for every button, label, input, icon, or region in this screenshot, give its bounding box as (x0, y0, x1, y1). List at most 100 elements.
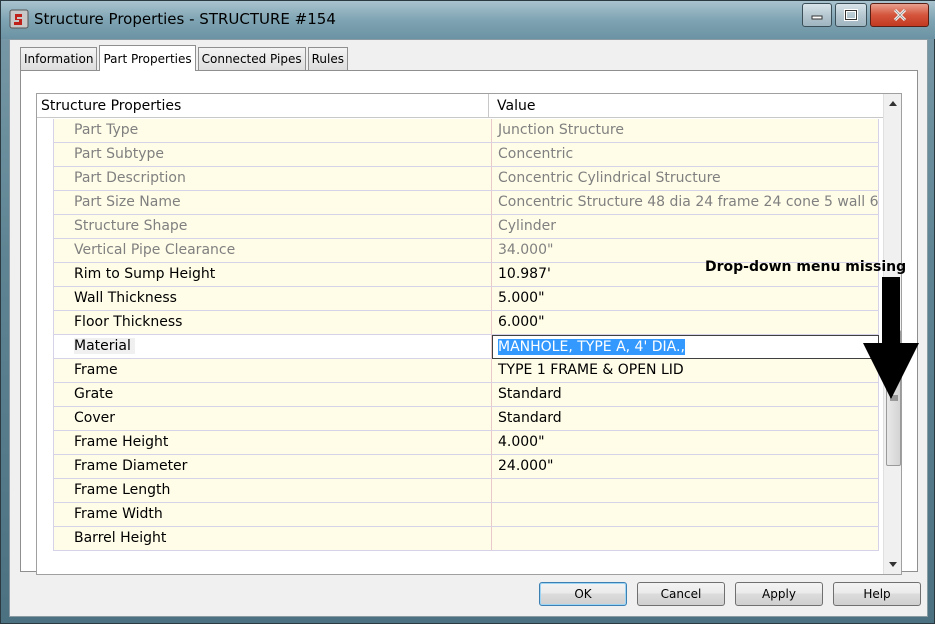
cancel-button[interactable]: Cancel (637, 582, 725, 606)
property-row[interactable]: Part Type Junction Structure (37, 119, 883, 143)
property-row[interactable]: Grate Standard (37, 383, 883, 407)
property-value: Junction Structure (492, 119, 879, 143)
row-gutter (37, 191, 53, 215)
row-gutter (37, 431, 53, 455)
window-title: Structure Properties - STRUCTURE #154 (34, 10, 336, 28)
property-name: Rim to Sump Height (53, 263, 492, 287)
header-property[interactable]: Structure Properties (41, 94, 489, 118)
property-value: Cylinder (492, 215, 879, 239)
property-value: Concentric (492, 143, 879, 167)
property-name: Floor Thickness (53, 311, 492, 335)
row-gutter (37, 215, 53, 239)
property-row[interactable]: Wall Thickness 5.000" (37, 287, 883, 311)
row-gutter (37, 119, 53, 143)
property-name: Part Type (53, 119, 492, 143)
property-name: Frame Width (53, 503, 492, 527)
close-button[interactable] (870, 3, 929, 27)
property-name: Frame Diameter (53, 455, 492, 479)
minimize-button[interactable] (802, 3, 832, 27)
maximize-icon (844, 9, 858, 21)
property-name: Part Description (53, 167, 492, 191)
scroll-down-button[interactable] (884, 556, 901, 574)
property-name: Cover (53, 407, 492, 431)
row-gutter (37, 239, 53, 263)
row-gutter (37, 383, 53, 407)
property-row[interactable]: Part Size Name Concentric Structure 48 di… (37, 191, 883, 215)
property-name: Part Subtype (53, 143, 492, 167)
row-gutter (37, 335, 53, 359)
property-value[interactable]: 6.000" (492, 311, 879, 335)
tab-panel: Structure Properties Value Part Type Junc… (20, 70, 919, 575)
tab-part-properties[interactable]: Part Properties (99, 45, 196, 71)
property-value[interactable]: 24.000" (492, 455, 879, 479)
property-name: Barrel Height (53, 527, 492, 551)
property-name: Frame Height (53, 431, 492, 455)
scroll-up-icon (889, 101, 897, 106)
property-row[interactable]: Frame Diameter 24.000" (37, 455, 883, 479)
property-name: Part Size Name (53, 191, 492, 215)
property-row[interactable]: Frame Height 4.000" (37, 431, 883, 455)
dialog-window: Structure Properties - STRUCTURE #154 In… (0, 0, 935, 624)
property-row[interactable]: Structure Shape Cylinder (37, 215, 883, 239)
property-name: Structure Shape (53, 215, 492, 239)
property-value[interactable] (492, 527, 879, 551)
row-gutter (37, 143, 53, 167)
apply-button[interactable]: Apply (735, 582, 823, 606)
row-gutter (37, 527, 53, 551)
row-gutter (37, 455, 53, 479)
property-row[interactable]: Frame Length (37, 479, 883, 503)
tab-strip: Information Part Properties Connected Pi… (20, 45, 350, 71)
property-row[interactable]: Cover Standard (37, 407, 883, 431)
grid-header: Structure Properties Value (37, 94, 883, 118)
row-gutter (37, 479, 53, 503)
property-value-editor[interactable]: MANHOLE, TYPE A, 4' DIA., (492, 335, 879, 359)
annotation-arrow (863, 277, 919, 399)
row-gutter (37, 359, 53, 383)
property-name: Material (53, 335, 492, 359)
property-name: Frame Length (53, 479, 492, 503)
property-row[interactable]: Part Subtype Concentric (37, 143, 883, 167)
tab-connected-pipes[interactable]: Connected Pipes (197, 47, 306, 70)
selected-value-text[interactable]: MANHOLE, TYPE A, 4' DIA., (498, 339, 685, 355)
property-value[interactable]: 4.000" (492, 431, 879, 455)
close-icon (893, 8, 906, 22)
properties-grid: Structure Properties Value Part Type Junc… (36, 93, 902, 575)
title-bar[interactable]: Structure Properties - STRUCTURE #154 (1, 1, 935, 39)
ok-button[interactable]: OK (539, 582, 627, 606)
tab-information[interactable]: Information (20, 47, 98, 70)
row-gutter (37, 287, 53, 311)
row-gutter (37, 503, 53, 527)
annotation-text: Drop-down menu missing (705, 259, 907, 275)
property-row[interactable]: Material MANHOLE, TYPE A, 4' DIA., (37, 335, 883, 359)
property-value[interactable]: 5.000" (492, 287, 879, 311)
header-value[interactable]: Value (497, 94, 883, 118)
app-icon (9, 9, 29, 29)
property-value: Concentric Cylindrical Structure (492, 167, 879, 191)
property-row[interactable]: Frame TYPE 1 FRAME & OPEN LID (37, 359, 883, 383)
property-row[interactable]: Frame Width (37, 503, 883, 527)
property-value: Concentric Structure 48 dia 24 frame 24 … (492, 191, 879, 215)
minimize-icon (811, 15, 823, 20)
property-name: Wall Thickness (53, 287, 492, 311)
property-value[interactable] (492, 503, 879, 527)
property-name: Grate (53, 383, 492, 407)
row-gutter (37, 311, 53, 335)
grid-rows: Part Type Junction Structure Part Subtype C… (37, 119, 883, 574)
row-gutter (37, 167, 53, 191)
property-value[interactable]: TYPE 1 FRAME & OPEN LID (492, 359, 879, 383)
property-name: Frame (53, 359, 492, 383)
property-row[interactable]: Floor Thickness 6.000" (37, 311, 883, 335)
help-button[interactable]: Help (833, 582, 921, 606)
row-gutter (37, 263, 53, 287)
maximize-button[interactable] (835, 3, 867, 27)
scroll-up-button[interactable] (884, 94, 901, 112)
property-row[interactable]: Part Description Concentric Cylindrical S… (37, 167, 883, 191)
property-value[interactable] (492, 479, 879, 503)
dialog-body: Information Part Properties Connected Pi… (9, 39, 928, 617)
tab-rules[interactable]: Rules (307, 47, 348, 70)
property-value[interactable]: Standard (492, 383, 879, 407)
row-gutter (37, 407, 53, 431)
property-value[interactable]: Standard (492, 407, 879, 431)
property-row[interactable]: Barrel Height (37, 527, 883, 551)
scroll-down-icon (889, 562, 897, 567)
